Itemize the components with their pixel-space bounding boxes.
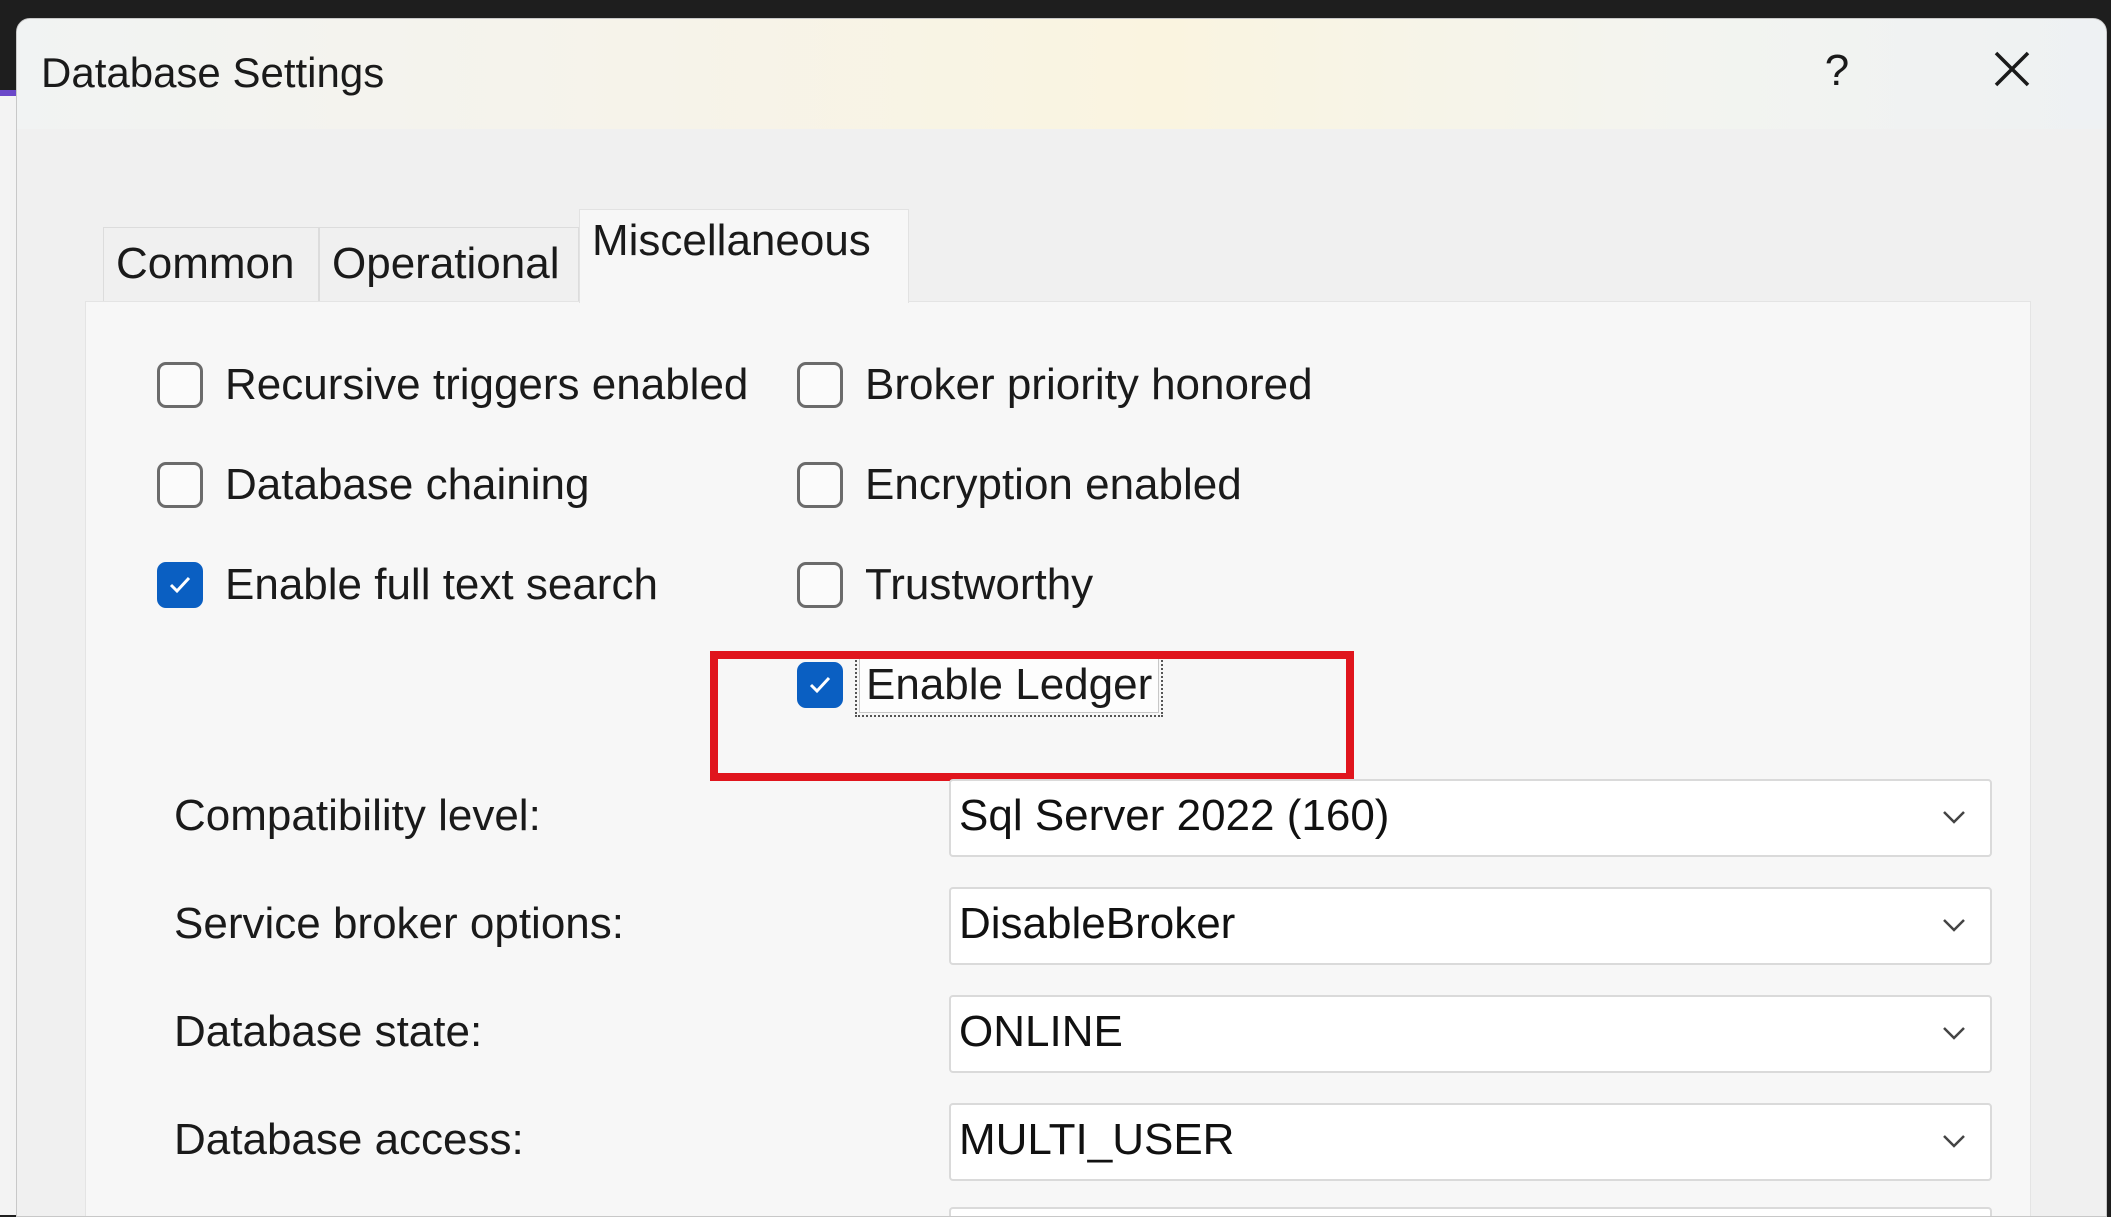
database-settings-dialog: Database Settings ? Common Operational M…	[16, 18, 2107, 1217]
checkbox-unchecked	[157, 362, 203, 408]
title-bar: Database Settings ?	[17, 19, 2106, 129]
dropdown-value: Sql Server 2022 (160)	[959, 791, 1390, 840]
checkbox-unchecked	[797, 362, 843, 408]
recursive-triggers-checkbox[interactable]: Recursive triggers enabled	[157, 357, 748, 413]
database-state-dropdown[interactable]: ONLINE	[949, 995, 1992, 1073]
checkbox-label: Trustworthy	[865, 560, 1094, 609]
compatibility-level-label: Compatibility level:	[174, 791, 541, 840]
close-button[interactable]	[1977, 41, 2047, 101]
checkbox-unchecked	[797, 562, 843, 608]
annotation-highlight-box	[710, 651, 1354, 781]
enable-full-text-search-checkbox[interactable]: Enable full text search	[157, 557, 658, 613]
tab-miscellaneous[interactable]: Miscellaneous	[579, 209, 909, 303]
service-broker-options-dropdown[interactable]: DisableBroker	[949, 887, 1992, 965]
tab-common[interactable]: Common	[103, 227, 319, 301]
dialog-title: Database Settings	[41, 49, 385, 96]
checkmark-icon	[169, 576, 191, 594]
database-access-dropdown[interactable]: MULTI_USER	[949, 1103, 1992, 1181]
chevron-down-icon	[1943, 1135, 1965, 1148]
chevron-down-icon	[1943, 1027, 1965, 1040]
database-chaining-checkbox[interactable]: Database chaining	[157, 457, 589, 513]
checkbox-label: Enable full text search	[225, 560, 658, 609]
dropdown-value: ONLINE	[959, 1007, 1123, 1056]
checkbox-label: Recursive triggers enabled	[225, 360, 749, 409]
checkbox-checked	[157, 562, 203, 608]
checkbox-unchecked	[157, 462, 203, 508]
dropdown-value: DisableBroker	[959, 899, 1236, 948]
checkbox-unchecked	[797, 462, 843, 508]
next-dropdown-partial[interactable]	[949, 1207, 1992, 1216]
compatibility-level-dropdown[interactable]: Sql Server 2022 (160)	[949, 779, 1992, 857]
trustworthy-checkbox[interactable]: Trustworthy	[797, 557, 1093, 613]
chevron-down-icon	[1943, 811, 1965, 824]
checkbox-label: Encryption enabled	[865, 460, 1242, 509]
checkbox-label: Broker priority honored	[865, 360, 1313, 409]
chevron-down-icon	[1943, 919, 1965, 932]
database-state-label: Database state:	[174, 1007, 483, 1056]
checkbox-label: Database chaining	[225, 460, 590, 509]
dropdown-value: MULTI_USER	[959, 1115, 1235, 1164]
help-button[interactable]: ?	[1807, 41, 1867, 101]
database-access-label: Database access:	[174, 1115, 524, 1164]
encryption-enabled-checkbox[interactable]: Encryption enabled	[797, 457, 1242, 513]
broker-priority-honored-checkbox[interactable]: Broker priority honored	[797, 357, 1313, 413]
service-broker-options-label: Service broker options:	[174, 899, 624, 948]
close-icon	[1994, 51, 2030, 87]
tab-operational[interactable]: Operational	[319, 227, 579, 301]
